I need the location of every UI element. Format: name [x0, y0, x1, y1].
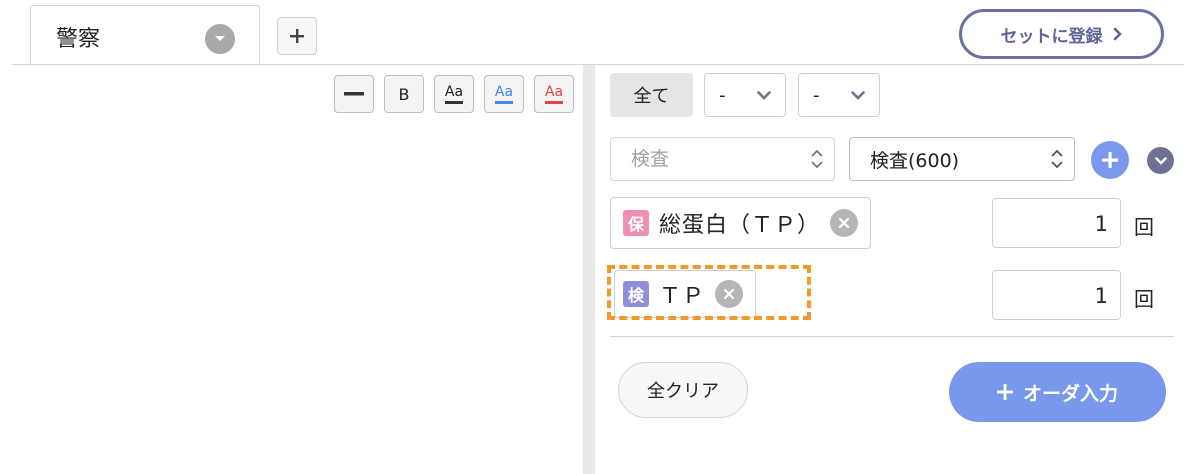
quantity-unit: 回	[1134, 287, 1154, 311]
text-color-red-button[interactable]: Aa	[534, 75, 574, 113]
text-style-label: Aa	[494, 85, 514, 104]
order-item-chip: 保 総蛋白（ＴＰ）	[610, 197, 872, 249]
quantity-field[interactable]: 1	[992, 198, 1121, 248]
search-field[interactable]	[610, 137, 835, 181]
chevron-right-icon	[1113, 27, 1122, 41]
filter-all-label: 全て	[633, 86, 670, 107]
section-divider	[610, 336, 1174, 337]
test-tag-badge: 検	[623, 281, 649, 307]
remove-item-button[interactable]	[715, 280, 744, 308]
search-input[interactable]	[629, 147, 793, 171]
minus-icon	[344, 92, 364, 96]
filter-select-2[interactable]: -	[798, 73, 880, 117]
expand-options-button[interactable]	[1147, 147, 1174, 174]
bold-button[interactable]: B	[384, 75, 424, 113]
text-color-blue-button[interactable]: Aa	[484, 75, 524, 113]
order-item-chip: 検 ＴＰ	[614, 270, 757, 318]
add-tab-button[interactable]	[277, 17, 317, 55]
tab-keisatsu[interactable]: 警察	[30, 5, 260, 65]
tab-dropdown-button[interactable]	[205, 24, 235, 54]
tab-bar-divider	[12, 64, 1184, 65]
clear-all-label: 全クリア	[647, 381, 719, 402]
filter-all-button[interactable]: 全て	[610, 73, 693, 117]
plus-icon	[996, 384, 1013, 400]
test-category-select[interactable]: 検査(600)	[849, 137, 1075, 181]
bold-label: B	[398, 84, 410, 104]
order-input-label: オーダ入力	[1022, 382, 1118, 405]
chevron-down-icon	[1154, 156, 1167, 165]
quantity-unit: 回	[1134, 215, 1154, 239]
stepper-icon[interactable]	[810, 148, 824, 170]
horizontal-rule-button[interactable]	[334, 75, 374, 113]
close-icon	[723, 288, 735, 300]
insurance-tag-badge: 保	[623, 210, 649, 236]
filter-select-1[interactable]: -	[704, 73, 786, 117]
add-item-button[interactable]	[1091, 141, 1129, 179]
text-color-black-button[interactable]: Aa	[434, 75, 474, 113]
clear-all-button[interactable]: 全クリア	[618, 362, 748, 418]
register-set-label: セットに登録	[1000, 26, 1103, 47]
text-style-label: Aa	[444, 85, 464, 104]
chevron-down-icon	[757, 90, 771, 100]
chevron-down-icon	[215, 36, 225, 41]
register-set-button[interactable]: セットに登録	[959, 9, 1164, 59]
order-item-label: ＴＰ	[659, 284, 706, 309]
quantity-field[interactable]: 1	[992, 270, 1121, 320]
tab-label: 警察	[56, 27, 101, 52]
order-input-button[interactable]: オーダ入力	[949, 362, 1166, 422]
text-style-label: Aa	[544, 85, 564, 104]
stepper-icon	[1051, 149, 1063, 169]
plus-icon	[290, 29, 304, 43]
plus-icon	[1102, 152, 1118, 168]
close-icon	[838, 217, 850, 229]
panel-splitter[interactable]	[583, 65, 595, 474]
remove-item-button[interactable]	[830, 209, 859, 237]
filter-select-1-value: -	[719, 84, 726, 106]
chevron-down-icon	[851, 90, 865, 100]
test-category-value: 検査(600)	[870, 149, 960, 172]
order-item-label: 総蛋白（ＴＰ）	[659, 213, 821, 238]
filter-select-2-value: -	[813, 84, 820, 106]
